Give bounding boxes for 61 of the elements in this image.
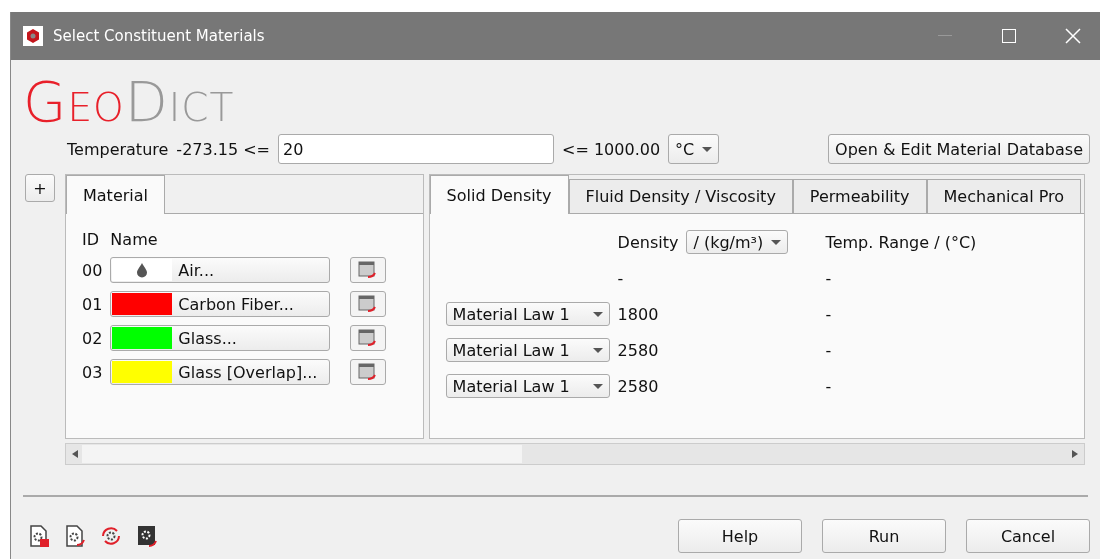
add-button[interactable]: + xyxy=(25,174,55,202)
edit-material-button[interactable] xyxy=(350,325,387,351)
window-edit-icon xyxy=(358,363,379,381)
refresh-settings-icon[interactable] xyxy=(99,524,123,548)
temperature-field[interactable]: 20 xyxy=(278,134,554,164)
window-edit-icon xyxy=(358,295,379,313)
temperature-label: Temperature xyxy=(67,139,169,159)
material-button[interactable]: Carbon Fiber... xyxy=(110,291,331,317)
database-button[interactable]: Open & Edit Material Database xyxy=(828,134,1090,164)
density-value: 2580 xyxy=(617,376,660,396)
save-settings-icon[interactable] xyxy=(27,524,51,548)
horizontal-scrollbar[interactable] xyxy=(65,443,1085,465)
tab[interactable]: Material xyxy=(66,175,165,214)
window-title: Select Constituent Materials xyxy=(53,27,266,45)
edit-material-button[interactable] xyxy=(350,359,387,385)
density-unit-dropdown[interactable]: / (kg/m³) xyxy=(686,230,789,254)
tab[interactable]: Fluid Density / Viscosity xyxy=(568,179,793,213)
material-law-dropdown[interactable]: Material Law 1 xyxy=(445,302,610,326)
dialog-button[interactable]: Help xyxy=(678,519,802,553)
unit-dropdown[interactable]: °C xyxy=(668,134,720,164)
dialog-button[interactable]: Run xyxy=(822,519,946,553)
edit-material-button[interactable] xyxy=(350,257,387,283)
temperature-range-value: - xyxy=(825,376,833,396)
maximize-icon[interactable] xyxy=(1002,29,1016,43)
material-button[interactable]: Air... xyxy=(110,257,331,283)
scroll-left-icon[interactable] xyxy=(72,450,78,458)
material-id: 03 xyxy=(82,362,103,382)
close-icon[interactable] xyxy=(1065,28,1081,44)
temperature-range-value: - xyxy=(825,340,833,360)
max-temperature: <= 1000.00 xyxy=(562,139,661,159)
material-button[interactable]: Glass [Overlap]... xyxy=(110,359,331,385)
material-id: 01 xyxy=(82,294,103,314)
material-id: 02 xyxy=(82,328,103,348)
density-value: 2580 xyxy=(617,340,660,360)
density-value: - xyxy=(617,268,625,288)
temperature-range-value: - xyxy=(825,304,833,324)
temperature-range-header: Temp. Range / (°C) xyxy=(825,232,977,252)
density-label: Density xyxy=(617,232,679,252)
min-temperature: -273.15 <= xyxy=(176,139,270,159)
dialog-button[interactable]: Cancel xyxy=(966,519,1090,553)
material-button[interactable]: Glass... xyxy=(110,325,331,351)
material-id: 00 xyxy=(82,260,103,280)
column-header: Name xyxy=(110,230,159,249)
material-law-dropdown[interactable]: Material Law 1 xyxy=(445,374,610,398)
settings-icon[interactable] xyxy=(135,524,159,548)
tab[interactable]: Mechanical Pro xyxy=(926,179,1082,213)
density-value: 1800 xyxy=(617,304,660,324)
load-settings-icon[interactable] xyxy=(63,524,87,548)
logo-text: Dict xyxy=(124,74,235,130)
temperature-range-value: - xyxy=(825,268,833,288)
window-edit-icon xyxy=(358,329,379,347)
tab[interactable]: Solid Density xyxy=(429,175,569,214)
edit-material-button[interactable] xyxy=(350,291,387,317)
column-header: ID xyxy=(82,230,101,249)
tab[interactable]: Permeability xyxy=(792,179,927,213)
drop-icon xyxy=(136,262,149,278)
app-logo-icon xyxy=(23,26,43,46)
window-edit-icon xyxy=(358,261,379,279)
material-law-dropdown[interactable]: Material Law 1 xyxy=(445,338,610,362)
logo-text: Geo xyxy=(23,74,125,130)
scroll-right-icon[interactable] xyxy=(1072,450,1078,458)
